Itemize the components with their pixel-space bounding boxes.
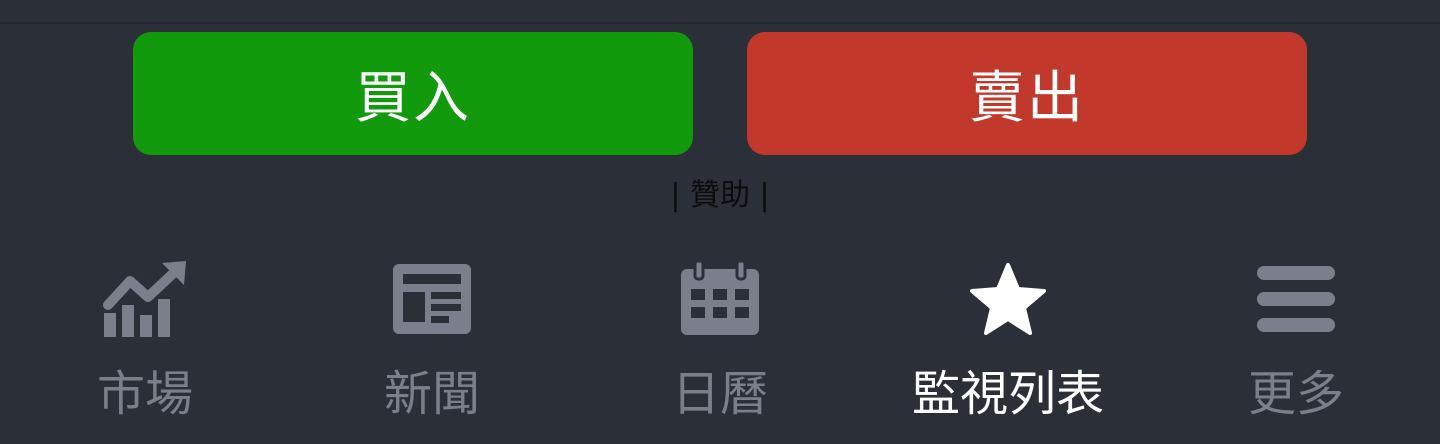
trade-actions: 買入 賣出 [0, 32, 1440, 155]
buy-button[interactable]: 買入 [133, 32, 693, 155]
tab-watchlist-label: 監視列表 [911, 366, 1104, 422]
tab-watchlist[interactable]: 監視列表 [878, 258, 1138, 444]
calendar-icon [675, 258, 765, 340]
tab-calendar-label: 日曆 [671, 366, 768, 422]
tab-more[interactable]: 更多 [1166, 258, 1426, 444]
tab-markets-label: 市場 [96, 366, 193, 422]
star-icon [963, 258, 1053, 340]
sponsor-label: | 贊助 | [670, 178, 770, 213]
newspaper-icon [387, 258, 477, 340]
top-divider [0, 0, 1440, 24]
tab-calendar[interactable]: 日曆 [590, 258, 850, 444]
sell-button[interactable]: 賣出 [747, 32, 1307, 155]
tab-news-label: 新聞 [383, 366, 480, 422]
bottom-tab-bar: 市場 新聞 日曆 監視列表 更多 [0, 258, 1440, 444]
tab-more-label: 更多 [1247, 366, 1344, 422]
chart-trend-icon [100, 258, 190, 340]
tab-markets[interactable]: 市場 [15, 258, 275, 444]
tab-news[interactable]: 新聞 [302, 258, 562, 444]
menu-icon [1251, 258, 1341, 340]
